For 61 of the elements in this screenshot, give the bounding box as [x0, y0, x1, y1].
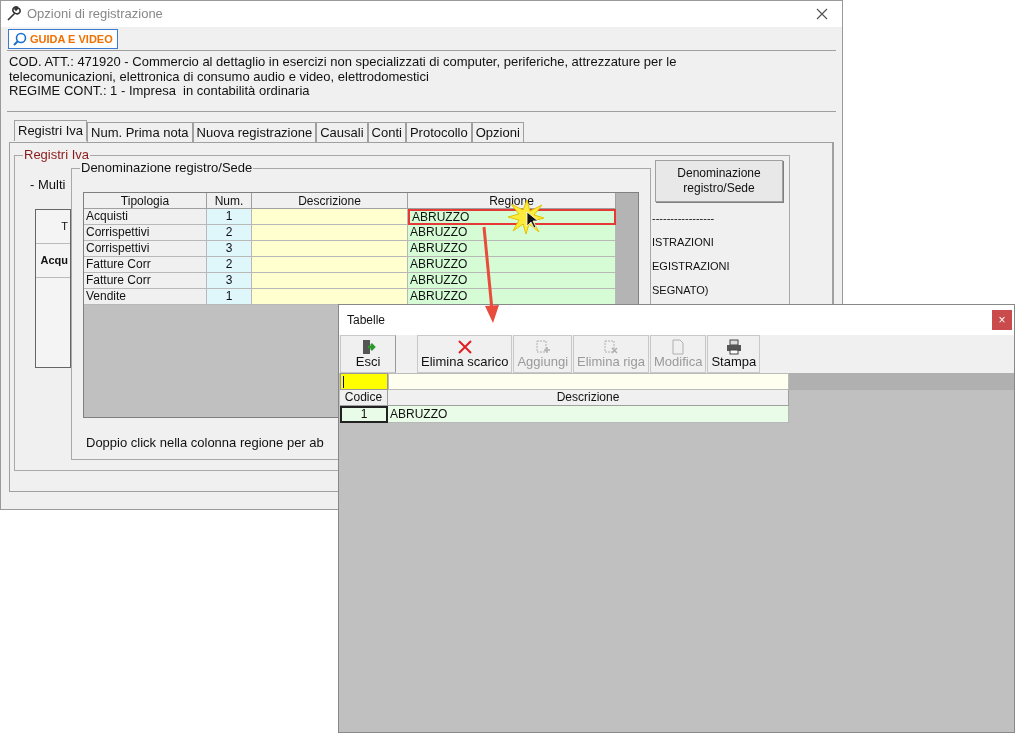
table-cell: ABRUZZO: [388, 406, 789, 423]
tab[interactable]: Opzioni: [471, 122, 524, 142]
multi-label: - Multi: [30, 176, 66, 194]
document-icon: [670, 339, 687, 355]
regime-text: REGIME CONT.: 1 - Impresa in contabilità ordinaria: [9, 84, 311, 99]
close-icon[interactable]: [816, 8, 828, 20]
add-document-icon: [534, 339, 551, 355]
table-cell: 2: [207, 225, 252, 241]
table-cell-text: Acqu: [40, 253, 68, 269]
option-text: EGISTRAZIONI: [652, 260, 730, 272]
table-cell: Vendite: [84, 289, 207, 305]
help-search-icon: [13, 32, 27, 46]
tab[interactable]: Conti: [367, 122, 406, 142]
option-text: SEGNATO): [652, 284, 710, 296]
table-cell: ABRUZZO: [408, 289, 616, 305]
column-header: Regione: [408, 193, 616, 209]
tab[interactable]: Nuova registrazione: [192, 122, 317, 142]
door-icon: [360, 339, 376, 355]
hint-text: Doppio click nella colonna regione per ab: [86, 434, 324, 452]
dialog-title: Tabelle: [347, 312, 386, 329]
table-cell: 3: [207, 241, 252, 257]
table-cell: 3: [207, 273, 252, 289]
remove-document-icon: [603, 339, 619, 355]
toolbar-button[interactable]: Esci: [340, 335, 396, 373]
column-header: Descrizione: [388, 390, 789, 406]
printer-icon: [725, 339, 742, 355]
column-header: Codice: [340, 390, 388, 406]
table-cell: ABRUZZO: [408, 273, 616, 289]
table-cell: Fatture Corr: [84, 257, 207, 273]
window-title: Opzioni di registrazione: [27, 5, 163, 24]
column-header: Descrizione: [252, 193, 408, 209]
table-cell: Corrispettivi: [84, 241, 207, 257]
panel-title: Denominazione registro/Sede: [80, 161, 254, 175]
option-text: ISTRAZIONI: [652, 236, 715, 248]
table-cell: 1: [207, 209, 252, 225]
tab[interactable]: Registri Iva: [14, 120, 88, 141]
table-cell: 2: [207, 257, 252, 273]
tab[interactable]: Protocollo: [405, 122, 472, 142]
activity-code-text: COD. ATT.: 471920 - Commercio al dettaglio in esercizi non specializzati di computer, periferiche, attrezzature per le telecomunicazioni, elettronica di consumo audio e video, elettrodomestici: [9, 55, 678, 84]
column-header: Tipologia: [84, 193, 207, 209]
tab[interactable]: Causali: [316, 122, 368, 142]
table-cell: Acquisti: [84, 209, 207, 225]
toolbar-button[interactable]: Elimina scarico: [417, 335, 513, 373]
close-button[interactable]: ×: [992, 310, 1012, 330]
description-input[interactable]: [388, 373, 789, 390]
table-cell: 1: [340, 406, 388, 423]
table-cell: Fatture Corr: [84, 273, 207, 289]
table-cell: ABRUZZO: [408, 257, 616, 273]
table-cell: ABRUZZO: [408, 225, 616, 241]
table-cell: 1: [207, 289, 252, 305]
table-cell: ABRUZZO: [408, 241, 616, 257]
option-text: -----------------: [652, 212, 716, 224]
denomination-button[interactable]: Denominazione registro/Sede: [655, 160, 783, 202]
tab[interactable]: Num. Prima nota: [87, 122, 193, 142]
column-header: Num.: [207, 193, 252, 209]
toolbar-button[interactable]: Stampa: [707, 335, 761, 373]
cross-icon: [456, 339, 473, 355]
table-cell-text: T: [61, 219, 68, 235]
code-input[interactable]: [340, 373, 388, 390]
group-title: Registri Iva: [23, 148, 91, 162]
table-cell: Corrispettivi: [84, 225, 207, 241]
